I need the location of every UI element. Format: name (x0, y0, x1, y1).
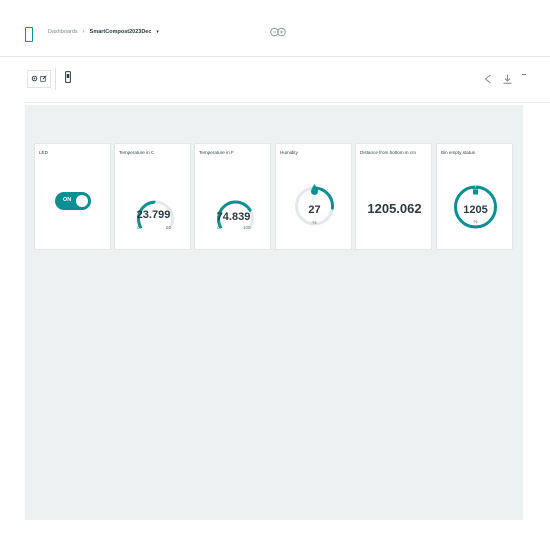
humidity-gauge (295, 184, 334, 226)
breadcrumb: Dashboards › SmartCompost2023Dec ▾ (48, 29, 159, 35)
gauge-max: 50 (166, 225, 172, 230)
dashboard-canvas: LED ON Temperature in C 23.799 0 50 Temp… (25, 105, 523, 520)
gauge-value: 74.839 (216, 211, 251, 223)
infinity-logo-icon (270, 27, 286, 37)
switch-knob (76, 195, 88, 207)
dashboard-toolbar (25, 62, 550, 103)
widget-temperature-f[interactable]: Temperature in F 74.839 0 100 (194, 143, 271, 250)
distance-value: 1205.062 (367, 201, 422, 216)
humidity-unit: % (312, 220, 317, 225)
widget-title: Distance from bottom in cm (360, 150, 416, 155)
toolbar-divider (55, 68, 56, 90)
edit-icon[interactable] (40, 75, 47, 82)
breadcrumb-separator: › (82, 29, 85, 35)
top-bar: Dashboards › SmartCompost2023Dec ▾ (0, 0, 550, 57)
widget-title: LED (39, 150, 48, 155)
breadcrumb-current-dashboard[interactable]: SmartCompost2023Dec (90, 29, 152, 35)
widget-bin-status[interactable]: Bin empty status 1205 % (436, 143, 513, 250)
widget-temperature-c[interactable]: Temperature in C 23.799 0 50 (114, 143, 191, 250)
widget-distance[interactable]: Distance from bottom in cm 1205.062 (355, 143, 432, 250)
bin-value: 1205 (463, 204, 488, 216)
widget-led[interactable]: LED ON (34, 143, 111, 250)
water-drop-icon (311, 184, 318, 195)
led-switch[interactable]: ON (55, 192, 91, 210)
widget-humidity[interactable]: Humidity 27 % (275, 143, 352, 250)
bin-status-gauge (454, 185, 497, 229)
share-icon[interactable] (484, 74, 492, 84)
breadcrumb-dashboards-link[interactable]: Dashboards (48, 29, 78, 35)
settings-icon[interactable] (31, 75, 38, 82)
switch-label: ON (63, 197, 72, 203)
bin-unit: % (473, 219, 478, 224)
gauge-max: 100 (243, 225, 251, 230)
trash-bin-icon (472, 188, 479, 195)
mobile-icon[interactable] (65, 71, 71, 83)
download-icon[interactable] (503, 74, 512, 84)
gauge-min: 0 (137, 225, 140, 230)
humidity-value: 27 (308, 204, 321, 216)
more-icon[interactable] (522, 74, 526, 75)
gauge-value: 23.799 (136, 209, 171, 221)
sidebar-toggle-icon[interactable] (25, 27, 33, 42)
gauge-min: 0 (217, 225, 220, 230)
temperature-f-gauge (217, 200, 254, 229)
chevron-down-icon[interactable]: ▾ (156, 29, 159, 35)
mode-toggle-group (27, 70, 51, 88)
temperature-c-gauge (137, 200, 174, 229)
